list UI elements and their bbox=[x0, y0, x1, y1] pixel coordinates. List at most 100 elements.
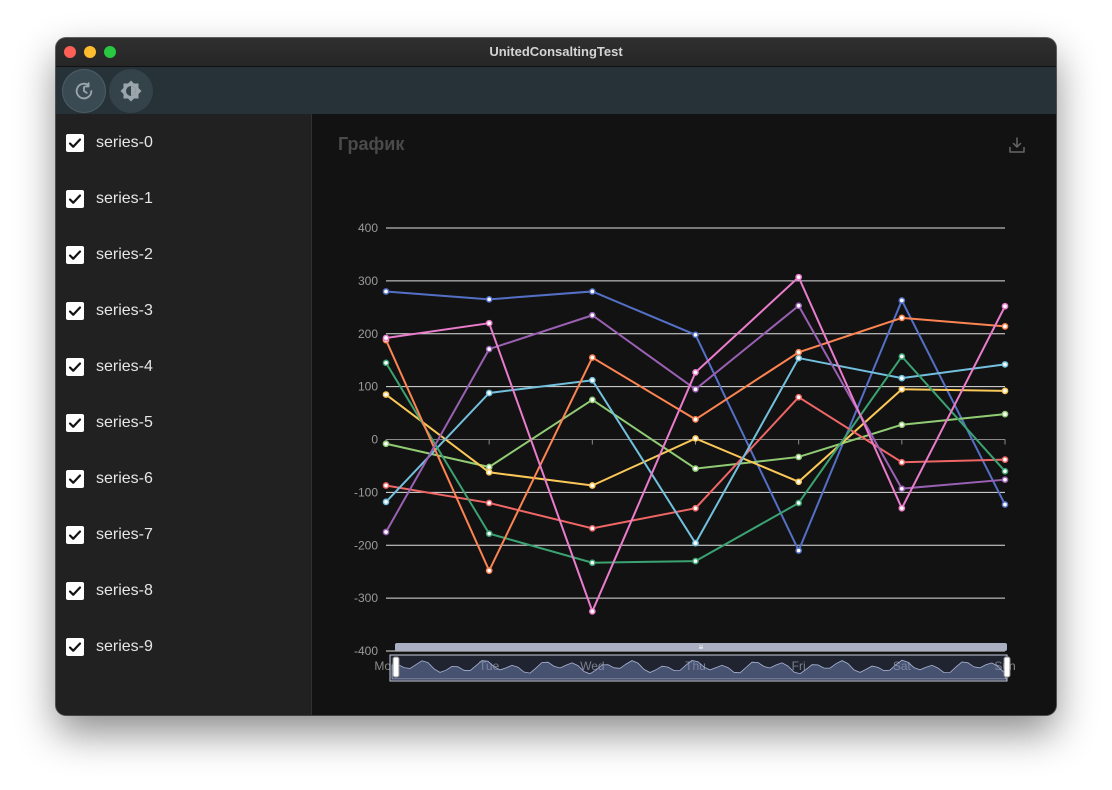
data-point[interactable] bbox=[898, 353, 906, 360]
series-toggle-3[interactable]: series-3 bbox=[66, 299, 153, 323]
series-label: series-6 bbox=[96, 470, 153, 487]
data-point[interactable] bbox=[1001, 501, 1009, 508]
data-point[interactable] bbox=[795, 354, 803, 362]
data-point[interactable] bbox=[898, 458, 906, 466]
series-label: series-7 bbox=[96, 526, 153, 543]
data-point[interactable] bbox=[1001, 387, 1009, 395]
series-toggle-8[interactable]: series-8 bbox=[66, 579, 153, 603]
y-tick-label: 200 bbox=[358, 327, 378, 341]
data-point[interactable] bbox=[485, 319, 493, 327]
data-point[interactable] bbox=[382, 334, 390, 342]
data-point[interactable] bbox=[485, 296, 493, 303]
series-toggle-5[interactable]: series-5 bbox=[66, 411, 153, 435]
series-label: series-2 bbox=[96, 246, 153, 263]
series-toggle-7[interactable]: series-7 bbox=[66, 523, 153, 547]
data-point[interactable] bbox=[692, 557, 699, 565]
data-point[interactable] bbox=[588, 376, 596, 384]
data-point[interactable] bbox=[588, 396, 596, 404]
data-point[interactable] bbox=[692, 368, 699, 376]
data-point[interactable] bbox=[485, 567, 493, 574]
data-point[interactable] bbox=[1001, 476, 1009, 484]
series-toggle-4[interactable]: series-4 bbox=[66, 355, 153, 379]
data-point[interactable] bbox=[382, 440, 390, 448]
y-tick-label: -100 bbox=[354, 485, 378, 499]
data-point[interactable] bbox=[1001, 467, 1009, 475]
data-point[interactable] bbox=[795, 499, 803, 507]
series-checkbox[interactable] bbox=[66, 302, 84, 320]
series-toggle-2[interactable]: series-2 bbox=[66, 243, 153, 267]
data-point[interactable] bbox=[898, 385, 906, 393]
series-label: series-4 bbox=[96, 358, 153, 375]
data-point[interactable] bbox=[588, 559, 596, 567]
data-point[interactable] bbox=[485, 345, 493, 353]
data-point[interactable] bbox=[692, 435, 699, 442]
data-point[interactable] bbox=[692, 539, 699, 547]
data-point[interactable] bbox=[1001, 322, 1009, 330]
series-checkbox[interactable] bbox=[66, 638, 84, 656]
data-point[interactable] bbox=[795, 478, 803, 486]
data-point[interactable] bbox=[1001, 302, 1009, 310]
theme-toggle-icon bbox=[120, 80, 142, 102]
data-point[interactable] bbox=[382, 391, 390, 398]
data-point[interactable] bbox=[382, 498, 390, 506]
checkmark-icon bbox=[68, 138, 82, 148]
data-point[interactable] bbox=[382, 359, 390, 367]
data-point[interactable] bbox=[588, 482, 596, 489]
data-point[interactable] bbox=[795, 348, 803, 356]
data-point[interactable] bbox=[692, 416, 699, 423]
checkmark-icon bbox=[68, 194, 82, 204]
data-point[interactable] bbox=[898, 374, 906, 382]
data-point[interactable] bbox=[588, 311, 596, 319]
data-point[interactable] bbox=[588, 288, 596, 295]
data-point[interactable] bbox=[692, 385, 699, 393]
checkmark-icon bbox=[68, 250, 82, 260]
data-point[interactable] bbox=[382, 482, 390, 489]
y-tick-label: 100 bbox=[358, 380, 378, 394]
data-point[interactable] bbox=[485, 389, 493, 397]
zoom-handle-right[interactable] bbox=[1003, 656, 1011, 678]
series-checkbox[interactable] bbox=[66, 414, 84, 432]
data-point[interactable] bbox=[485, 468, 493, 476]
data-point[interactable] bbox=[1001, 361, 1009, 368]
title-bar: UnitedConsaltingTest bbox=[56, 38, 1056, 67]
data-point[interactable] bbox=[588, 524, 596, 532]
theme-toggle-button[interactable] bbox=[109, 69, 153, 113]
data-point[interactable] bbox=[382, 528, 390, 536]
data-point[interactable] bbox=[898, 504, 906, 512]
data-point[interactable] bbox=[898, 297, 906, 304]
data-point[interactable] bbox=[898, 421, 906, 429]
data-point[interactable] bbox=[485, 463, 493, 471]
data-point[interactable] bbox=[485, 499, 493, 507]
series-checkbox[interactable] bbox=[66, 246, 84, 264]
series-checkbox[interactable] bbox=[66, 582, 84, 600]
series-checkbox[interactable] bbox=[66, 526, 84, 544]
refresh-button[interactable] bbox=[62, 69, 106, 113]
data-point[interactable] bbox=[795, 273, 803, 281]
data-point[interactable] bbox=[795, 302, 803, 310]
series-sidebar: series-0 series-1 series-2 series-3 series-4… bbox=[56, 114, 312, 715]
data-point[interactable] bbox=[588, 354, 596, 361]
data-point[interactable] bbox=[795, 393, 803, 401]
data-point[interactable] bbox=[588, 607, 596, 615]
zoom-handle-left[interactable] bbox=[392, 656, 400, 678]
data-point[interactable] bbox=[485, 530, 493, 537]
data-point[interactable] bbox=[898, 314, 906, 322]
data-point[interactable] bbox=[692, 504, 699, 512]
data-point[interactable] bbox=[382, 288, 390, 295]
data-point[interactable] bbox=[692, 465, 699, 472]
data-point[interactable] bbox=[898, 485, 906, 493]
series-toggle-9[interactable]: series-9 bbox=[66, 635, 153, 659]
data-point[interactable] bbox=[795, 547, 803, 554]
data-point[interactable] bbox=[795, 453, 803, 461]
series-toggle-1[interactable]: series-1 bbox=[66, 187, 153, 211]
series-checkbox[interactable] bbox=[66, 190, 84, 208]
data-point[interactable] bbox=[1001, 456, 1009, 463]
series-checkbox[interactable] bbox=[66, 470, 84, 488]
series-checkbox[interactable] bbox=[66, 358, 84, 376]
series-toggle-0[interactable]: series-0 bbox=[66, 131, 153, 155]
series-toggle-6[interactable]: series-6 bbox=[66, 467, 153, 491]
data-point[interactable] bbox=[1001, 410, 1009, 418]
series-checkbox[interactable] bbox=[66, 134, 84, 152]
data-point[interactable] bbox=[692, 331, 699, 339]
data-zoom-slider[interactable]: ≡ bbox=[389, 643, 1011, 682]
